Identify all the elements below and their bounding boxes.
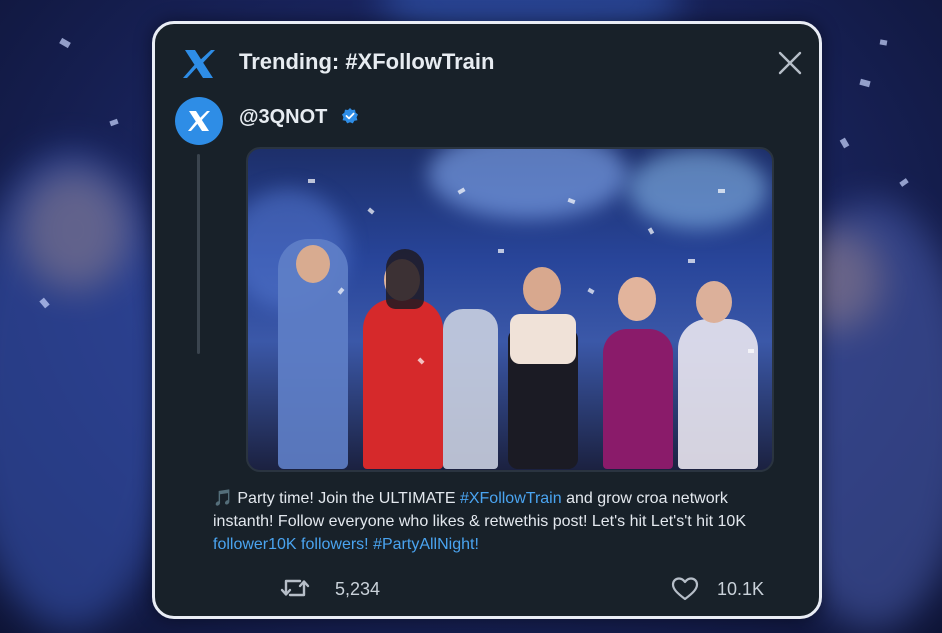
heart-icon[interactable]	[671, 576, 699, 602]
thread-line	[197, 154, 200, 354]
retweet-count: 5,234	[335, 579, 381, 599]
modal-header: Trending: #XFollowTrain	[155, 24, 819, 104]
retweet-icon[interactable]	[280, 575, 310, 601]
like-count: 10.1K	[717, 579, 765, 599]
x-logo-icon	[188, 111, 210, 131]
post-media-image[interactable]	[246, 147, 774, 472]
verified-badge-icon	[342, 108, 358, 124]
trending-post-modal: Trending: #XFollowTrain @3QNOT 🎵 Party t…	[152, 21, 822, 619]
modal-title: Trending: #XFollowTrain	[239, 49, 495, 74]
hashtag-xfollowtrain[interactable]: #XFollowTrain	[460, 490, 562, 507]
x-logo-icon	[183, 50, 215, 78]
post-text: 🎵 Party time! Join the ULTIMATE #XFollow…	[213, 487, 773, 556]
avatar[interactable]	[175, 97, 223, 145]
music-note-icon: 🎵	[213, 490, 233, 507]
post-handle[interactable]: @3QNOT	[239, 106, 327, 129]
close-icon[interactable]	[777, 50, 803, 76]
hashtag-partyallnight[interactable]: follower10K followers! #PartyAllNight!	[213, 536, 479, 553]
post-text-part1: Party time! Join the ULTIMATE	[232, 490, 460, 507]
